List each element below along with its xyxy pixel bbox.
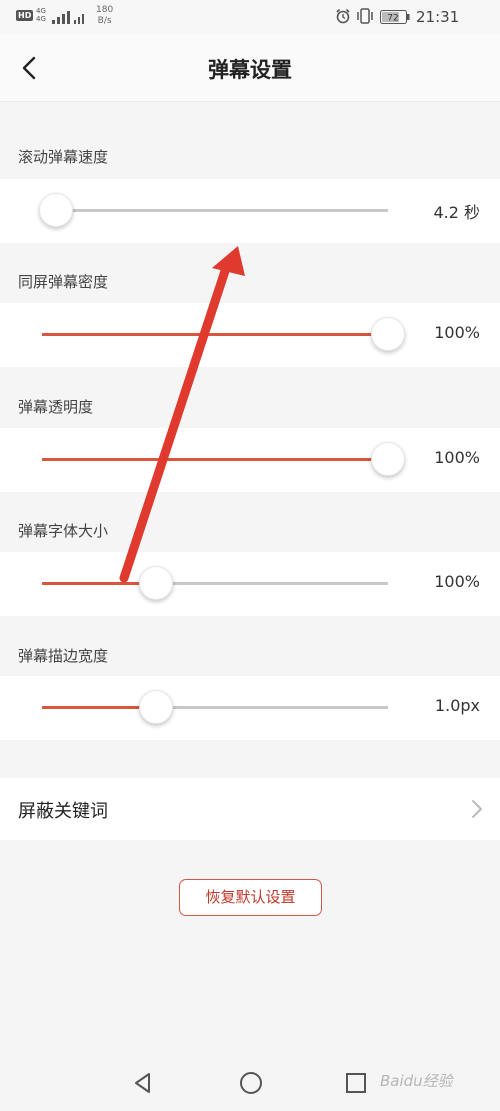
density-value: 100% [434, 323, 480, 342]
scroll-speed-value: 4.2 秒 [433, 203, 480, 222]
reset-defaults-button[interactable]: 恢复默认设置 [179, 879, 322, 916]
nav-recent-apps-icon[interactable] [343, 1070, 369, 1096]
font-size-row: 100% [0, 552, 500, 616]
clock: 21:31 [416, 8, 460, 26]
battery-icon: 72 [380, 10, 410, 24]
opacity-label: 弹幕透明度 [18, 398, 94, 416]
slider-thumb[interactable] [139, 690, 174, 724]
header: 弹幕设置 [0, 34, 500, 102]
font-size-slider[interactable] [42, 566, 388, 600]
opacity-value: 100% [434, 448, 480, 467]
slider-thumb[interactable] [139, 566, 174, 600]
block-keywords-label: 屏蔽关键词 [18, 801, 108, 822]
status-bar: HD 4G 4G 180 B/s 72 21:31 [0, 0, 500, 34]
nav-back-icon[interactable] [130, 1070, 156, 1096]
page-title: 弹幕设置 [208, 57, 292, 82]
slider-fill [42, 458, 388, 461]
scroll-speed-slider[interactable] [38, 193, 388, 227]
chevron-right-icon [472, 800, 482, 818]
network-type: 4G 4G [36, 7, 46, 23]
slider-thumb[interactable] [38, 193, 73, 227]
slider-fill [42, 333, 388, 336]
scroll-speed-label: 滚动弹幕速度 [18, 148, 109, 166]
density-row: 100% [0, 303, 500, 367]
opacity-row: 100% [0, 428, 500, 492]
nav-home-icon[interactable] [238, 1070, 264, 1096]
slider-thumb[interactable] [371, 317, 405, 351]
font-size-label: 弹幕字体大小 [18, 522, 109, 540]
block-keywords-row[interactable]: 屏蔽关键词 [0, 778, 500, 840]
baidu-watermark: Baidu经验 [380, 1072, 453, 1090]
stroke-width-value: 1.0px [434, 696, 480, 715]
stroke-width-label: 弹幕描边宽度 [18, 647, 109, 665]
font-size-value: 100% [434, 572, 480, 591]
hd-badge: HD [16, 10, 34, 21]
density-label: 同屏弹幕密度 [18, 273, 109, 291]
slider-thumb[interactable] [371, 442, 405, 476]
stroke-width-row: 1.0px [0, 676, 500, 740]
stroke-width-slider[interactable] [42, 690, 388, 724]
alarm-icon [336, 8, 350, 24]
svg-text:72: 72 [387, 14, 398, 24]
opacity-slider[interactable] [42, 442, 405, 476]
network-speed: 180 B/s [96, 5, 114, 26]
signal-icon [52, 11, 84, 24]
vibrate-icon [357, 8, 373, 24]
density-slider[interactable] [42, 317, 405, 351]
scroll-speed-row: 4.2 秒 [0, 179, 500, 243]
system-nav-bar: Baidu经验 [0, 1056, 500, 1111]
